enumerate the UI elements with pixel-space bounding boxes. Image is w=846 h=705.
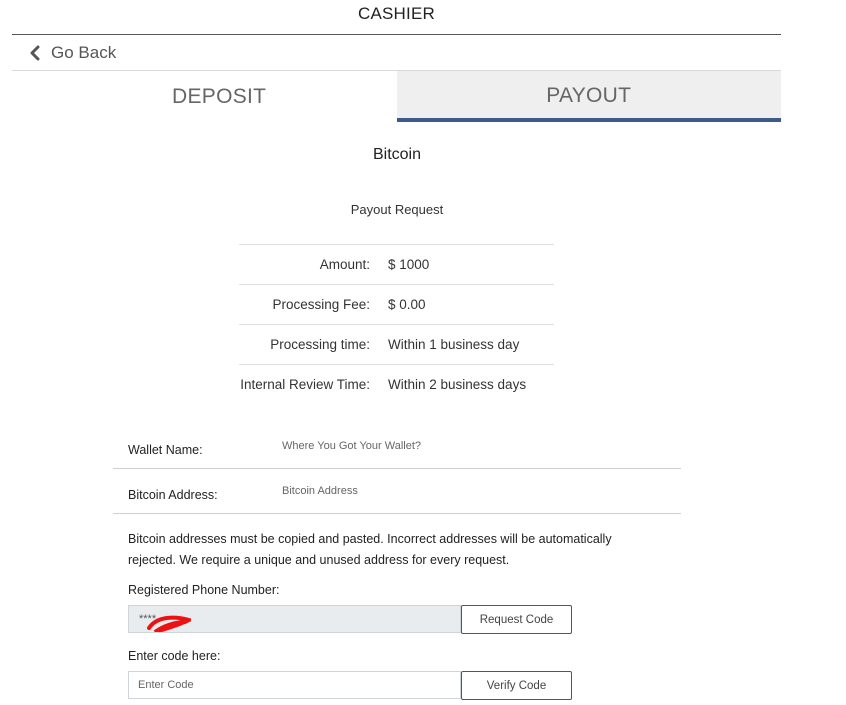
tab-deposit[interactable]: DEPOSIT [12, 71, 397, 122]
bitcoin-address-label: Bitcoin Address: [128, 488, 218, 502]
summary-label: Processing time: [270, 337, 370, 352]
phone-number-value: **** [139, 613, 157, 625]
bitcoin-address-row: Bitcoin Address: [113, 469, 681, 514]
tab-payout[interactable]: PAYOUT [396, 71, 781, 122]
summary-label: Processing Fee: [272, 297, 370, 312]
code-label: Enter code here: [128, 649, 221, 663]
summary-row-processing-time: Processing time: Within 1 business day [239, 325, 554, 365]
summary-row-processing-fee: Processing Fee: $ 0.00 [239, 285, 554, 325]
section-subtitle: Payout Request [350, 202, 444, 217]
phone-number-field: **** [128, 605, 461, 633]
verify-code-button[interactable]: Verify Code [461, 671, 572, 700]
go-back-label: Go Back [51, 43, 117, 62]
back-bar: Go Back [12, 36, 781, 71]
bitcoin-address-input[interactable] [282, 485, 681, 497]
summary-value: $ 0.00 [388, 297, 426, 312]
payout-summary-table: Amount: $ 1000 Processing Fee: $ 0.00 Pr… [239, 244, 554, 404]
chevron-left-icon [30, 45, 40, 61]
cashier-tabs: DEPOSIT PAYOUT [12, 71, 781, 122]
verification-code-input[interactable] [128, 671, 461, 699]
go-back-button[interactable]: Go Back [28, 43, 116, 63]
phone-label: Registered Phone Number: [128, 583, 280, 597]
page-title: CASHIER [12, 0, 781, 35]
wallet-name-row: Wallet Name: [113, 424, 681, 469]
request-code-button[interactable]: Request Code [461, 605, 572, 634]
payment-method-title: Bitcoin [372, 146, 422, 163]
summary-value: Within 1 business day [388, 337, 520, 352]
address-notice: Bitcoin addresses must be copied and pas… [128, 532, 612, 567]
summary-row-internal-review-time: Internal Review Time: Within 2 business … [239, 365, 554, 404]
summary-row-amount: Amount: $ 1000 [239, 245, 554, 285]
summary-value: $ 1000 [388, 257, 430, 272]
summary-label: Amount: [319, 257, 370, 272]
summary-label: Internal Review Time: [240, 377, 370, 392]
summary-value: Within 2 business days [388, 377, 527, 392]
wallet-name-label: Wallet Name: [128, 443, 203, 457]
wallet-name-input[interactable] [282, 440, 681, 452]
